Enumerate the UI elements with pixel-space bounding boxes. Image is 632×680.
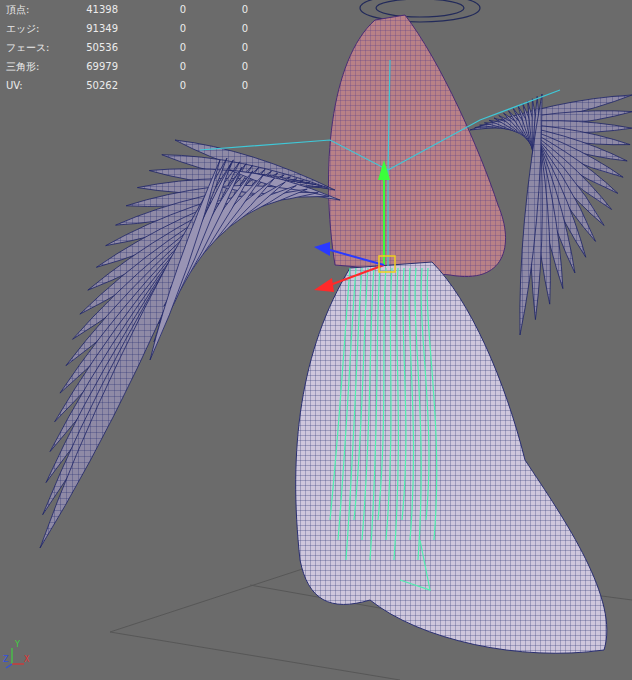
hud-value: 91349 bbox=[70, 23, 118, 34]
hud-value: 0 bbox=[118, 23, 186, 34]
hud-label: エッジ: bbox=[6, 22, 70, 36]
angel-model-icon[interactable] bbox=[0, 0, 632, 680]
hud-value: 0 bbox=[118, 42, 186, 53]
hud-row: フェース:5053600 bbox=[6, 38, 248, 57]
left-wing bbox=[40, 140, 340, 548]
hud-value: 0 bbox=[186, 23, 248, 34]
hud-row: 頂点:4139800 bbox=[6, 0, 248, 19]
move-manipulator[interactable] bbox=[314, 160, 395, 292]
hud-row: UV:5026200 bbox=[6, 76, 248, 95]
hud-value: 0 bbox=[118, 80, 186, 91]
hud-value: 0 bbox=[186, 80, 248, 91]
skeleton bbox=[200, 60, 560, 590]
svg-text:Y: Y bbox=[14, 640, 20, 649]
axis-indicator-icon: YZ X bbox=[2, 636, 32, 670]
hud-value: 69979 bbox=[70, 61, 118, 72]
hud-value: 0 bbox=[186, 4, 248, 15]
hud-value: 0 bbox=[118, 61, 186, 72]
svg-text:Z: Z bbox=[3, 655, 9, 664]
hud-value: 41398 bbox=[70, 4, 118, 15]
hud-label: フェース: bbox=[6, 41, 70, 55]
hud-value: 0 bbox=[186, 61, 248, 72]
viewport[interactable]: 頂点:4139800エッジ:9134900フェース:5053600三角形:699… bbox=[0, 0, 632, 680]
hud-label: UV: bbox=[6, 80, 70, 91]
robe bbox=[296, 262, 607, 653]
halo bbox=[360, 0, 480, 22]
hud-label: 頂点: bbox=[6, 3, 70, 17]
hud-row: 三角形:6997900 bbox=[6, 57, 248, 76]
hair bbox=[328, 15, 505, 277]
hud-value: 0 bbox=[118, 4, 186, 15]
hud-value: 0 bbox=[186, 42, 248, 53]
svg-text:X: X bbox=[24, 655, 30, 664]
heads-up-display: 頂点:4139800エッジ:9134900フェース:5053600三角形:699… bbox=[6, 0, 248, 95]
hud-label: 三角形: bbox=[6, 60, 70, 74]
hud-row: エッジ:9134900 bbox=[6, 19, 248, 38]
hud-value: 50262 bbox=[70, 80, 118, 91]
hud-value: 50536 bbox=[70, 42, 118, 53]
